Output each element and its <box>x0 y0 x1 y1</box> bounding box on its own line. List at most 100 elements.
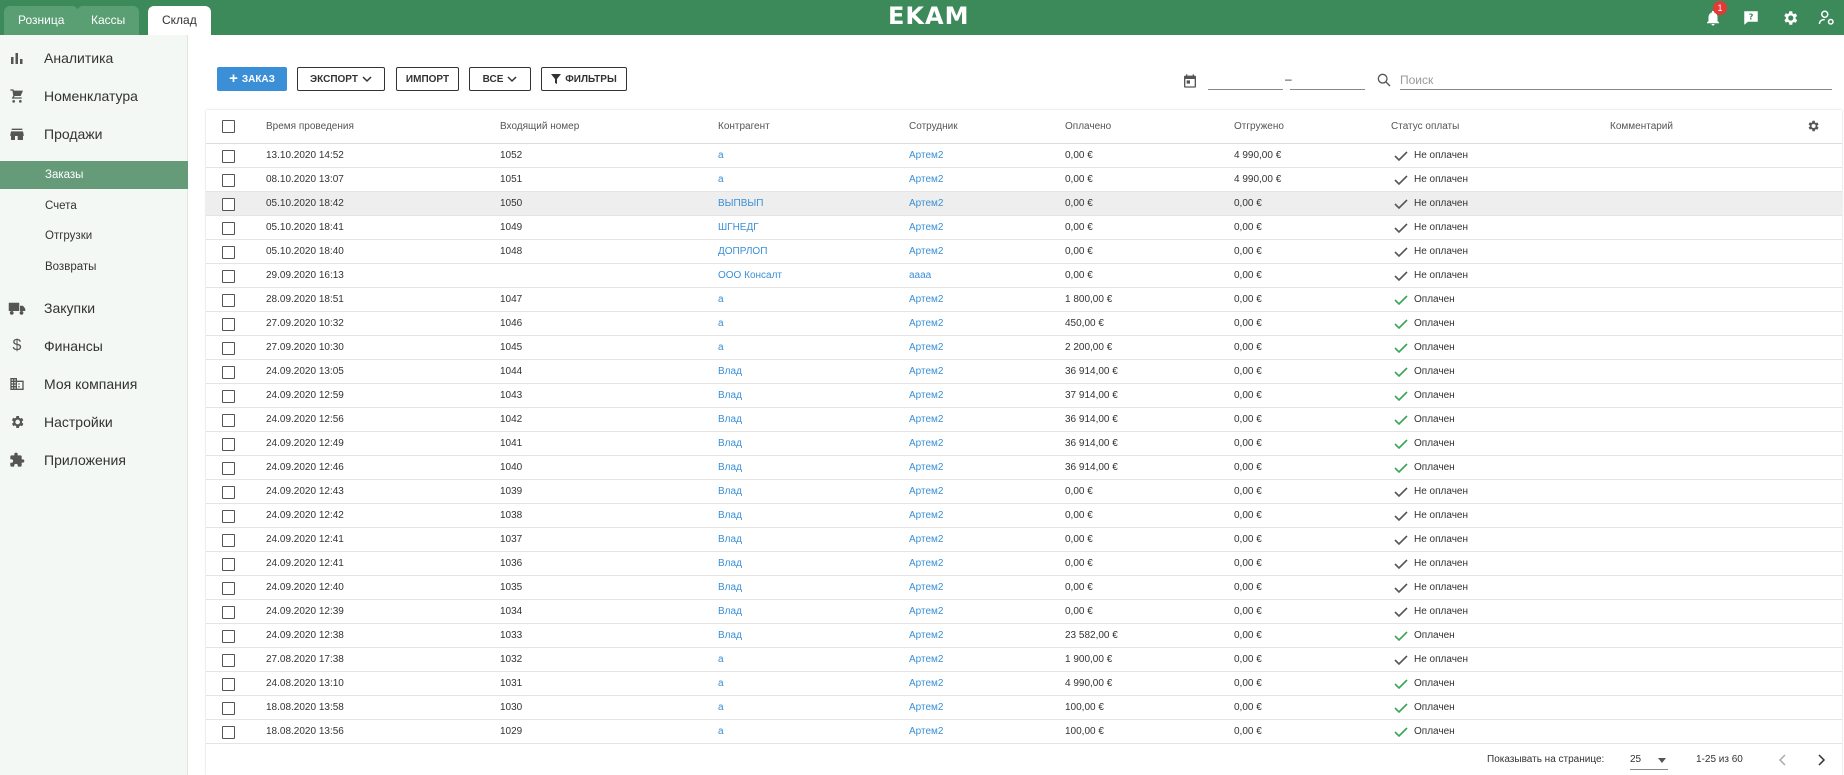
table-row[interactable]: 24.09.2020 12:59 1043 Влад Артем2 37 914,00 … <box>206 384 1842 408</box>
table-row[interactable]: 24.09.2020 12:46 1040 Влад Артем2 36 914,00 … <box>206 456 1842 480</box>
row-checkbox[interactable] <box>222 438 235 451</box>
row-checkbox[interactable] <box>222 318 235 331</box>
row-checkbox[interactable] <box>222 702 235 715</box>
cell-counterparty[interactable]: а <box>718 288 724 312</box>
column-header-time[interactable]: Время проведения <box>266 110 354 144</box>
cell-counterparty[interactable]: Влад <box>718 360 742 384</box>
cell-counterparty[interactable]: Влад <box>718 408 742 432</box>
cell-employee[interactable]: Артем2 <box>909 528 943 552</box>
sidebar-item-applications[interactable]: Приложения <box>0 441 188 479</box>
table-row[interactable]: 24.09.2020 12:39 1034 Влад Артем2 0,00 € 0,00… <box>206 600 1842 624</box>
cell-employee[interactable]: Артем2 <box>909 288 943 312</box>
date-from-input[interactable] <box>1208 72 1283 90</box>
row-checkbox[interactable] <box>222 606 235 619</box>
sidebar-subitem-returns[interactable]: Возвраты <box>0 253 188 281</box>
cell-counterparty[interactable]: ШГНЕДГ <box>718 216 759 240</box>
table-row[interactable]: 05.10.2020 18:42 1050 ВЫПВЫП Артем2 0,00 € 0,… <box>206 192 1842 216</box>
gear-icon[interactable] <box>1779 7 1801 29</box>
cell-employee[interactable]: Артем2 <box>909 720 943 744</box>
row-checkbox[interactable] <box>222 726 235 739</box>
table-row[interactable]: 08.10.2020 13:07 1051 а Артем2 0,00 € 4 990,0… <box>206 168 1842 192</box>
sidebar-item-analytics[interactable]: Аналитика <box>0 39 188 77</box>
row-checkbox[interactable] <box>222 414 235 427</box>
cell-counterparty[interactable]: Влад <box>718 480 742 504</box>
cell-counterparty[interactable]: Влад <box>718 432 742 456</box>
cell-employee[interactable]: Артем2 <box>909 336 943 360</box>
table-row[interactable]: 18.08.2020 13:58 1030 а Артем2 100,00 € 0,00 … <box>206 696 1842 720</box>
table-row[interactable]: 24.09.2020 12:41 1036 Влад Артем2 0,00 € 0,00… <box>206 552 1842 576</box>
cell-employee[interactable]: Артем2 <box>909 624 943 648</box>
row-checkbox[interactable] <box>222 270 235 283</box>
row-checkbox[interactable] <box>222 630 235 643</box>
row-checkbox[interactable] <box>222 582 235 595</box>
cell-counterparty[interactable]: а <box>718 336 724 360</box>
column-header-employee[interactable]: Сотрудник <box>909 110 958 144</box>
row-checkbox[interactable] <box>222 534 235 547</box>
date-to-input[interactable] <box>1290 72 1365 90</box>
cell-counterparty[interactable]: Влад <box>718 576 742 600</box>
cell-employee[interactable]: Артем2 <box>909 144 943 168</box>
cell-employee[interactable]: Артем2 <box>909 672 943 696</box>
cell-employee[interactable]: Артем2 <box>909 312 943 336</box>
row-checkbox[interactable] <box>222 390 235 403</box>
row-checkbox[interactable] <box>222 222 235 235</box>
cell-counterparty[interactable]: ВЫПВЫП <box>718 192 763 216</box>
cell-counterparty[interactable]: Влад <box>718 624 742 648</box>
table-row[interactable]: 24.09.2020 12:49 1041 Влад Артем2 36 914,00 … <box>206 432 1842 456</box>
cell-counterparty[interactable]: Влад <box>718 600 742 624</box>
row-checkbox[interactable] <box>222 558 235 571</box>
sidebar-item-purchases[interactable]: Закупки <box>0 289 188 327</box>
table-row[interactable]: 24.09.2020 12:38 1033 Влад Артем2 23 582,00 … <box>206 624 1842 648</box>
table-row[interactable]: 27.08.2020 17:38 1032 а Артем2 1 900,00 € 0,0… <box>206 648 1842 672</box>
cell-counterparty[interactable]: Влад <box>718 384 742 408</box>
cell-counterparty[interactable]: а <box>718 168 724 192</box>
column-header-comment[interactable]: Комментарий <box>1610 110 1673 144</box>
row-checkbox[interactable] <box>222 462 235 475</box>
table-row[interactable]: 24.09.2020 12:40 1035 Влад Артем2 0,00 € 0,00… <box>206 576 1842 600</box>
cell-counterparty[interactable]: а <box>718 648 724 672</box>
cell-employee[interactable]: Артем2 <box>909 384 943 408</box>
cell-employee[interactable]: Артем2 <box>909 432 943 456</box>
sidebar-item-sales[interactable]: Продажи <box>0 115 188 153</box>
row-checkbox[interactable] <box>222 654 235 667</box>
cell-employee[interactable]: Артем2 <box>909 696 943 720</box>
column-settings-icon[interactable] <box>1806 119 1820 133</box>
column-header-counterparty[interactable]: Контрагент <box>718 110 770 144</box>
column-header-shipped[interactable]: Отгружено <box>1234 110 1284 144</box>
row-checkbox[interactable] <box>222 678 235 691</box>
cell-counterparty[interactable]: Влад <box>718 552 742 576</box>
row-checkbox[interactable] <box>222 510 235 523</box>
add-order-button[interactable]: + ЗАКАЗ <box>217 67 287 91</box>
table-row[interactable]: 24.09.2020 13:05 1044 Влад Артем2 36 914,00 … <box>206 360 1842 384</box>
table-row[interactable]: 29.09.2020 16:13 ООО Консалт аааа 0,00 € 0,0… <box>206 264 1842 288</box>
cell-counterparty[interactable]: Влад <box>718 456 742 480</box>
column-header-incoming-number[interactable]: Входящий номер <box>500 110 579 144</box>
filters-button[interactable]: ФИЛЬТРЫ <box>541 67 627 91</box>
table-row[interactable]: 27.09.2020 10:32 1046 а Артем2 450,00 € 0,00 … <box>206 312 1842 336</box>
export-button[interactable]: ЭКСПОРТ <box>297 67 385 91</box>
calendar-icon[interactable] <box>1182 73 1198 89</box>
cell-employee[interactable]: Артем2 <box>909 480 943 504</box>
row-checkbox[interactable] <box>222 366 235 379</box>
cell-employee[interactable]: Артем2 <box>909 648 943 672</box>
table-row[interactable]: 24.09.2020 12:41 1037 Влад Артем2 0,00 € 0,00… <box>206 528 1842 552</box>
table-row[interactable]: 05.10.2020 18:40 1048 ДОПРЛОП Артем2 0,00 € 0… <box>206 240 1842 264</box>
table-row[interactable]: 24.09.2020 12:42 1038 Влад Артем2 0,00 € 0,00… <box>206 504 1842 528</box>
cell-employee[interactable]: Артем2 <box>909 576 943 600</box>
table-row[interactable]: 24.09.2020 12:43 1039 Влад Артем2 0,00 € 0,00… <box>206 480 1842 504</box>
cell-employee[interactable]: Артем2 <box>909 456 943 480</box>
table-row[interactable]: 24.09.2020 12:56 1042 Влад Артем2 36 914,00 … <box>206 408 1842 432</box>
row-checkbox[interactable] <box>222 486 235 499</box>
cell-counterparty[interactable]: а <box>718 312 724 336</box>
row-checkbox[interactable] <box>222 150 235 163</box>
table-row[interactable]: 13.10.2020 14:52 1052 а Артем2 0,00 € 4 990,0… <box>206 144 1842 168</box>
sidebar-item-nomenclature[interactable]: Номенклатура <box>0 77 188 115</box>
table-row[interactable]: 05.10.2020 18:41 1049 ШГНЕДГ Артем2 0,00 € 0,… <box>206 216 1842 240</box>
search-input[interactable] <box>1400 70 1832 90</box>
tab-retail[interactable]: Розница <box>4 6 79 35</box>
sidebar-subitem-invoices[interactable]: Счета <box>0 192 188 220</box>
select-all-checkbox[interactable] <box>222 120 235 133</box>
column-header-paid[interactable]: Оплачено <box>1065 110 1111 144</box>
cell-employee[interactable]: аааа <box>909 264 931 288</box>
cell-employee[interactable]: Артем2 <box>909 240 943 264</box>
